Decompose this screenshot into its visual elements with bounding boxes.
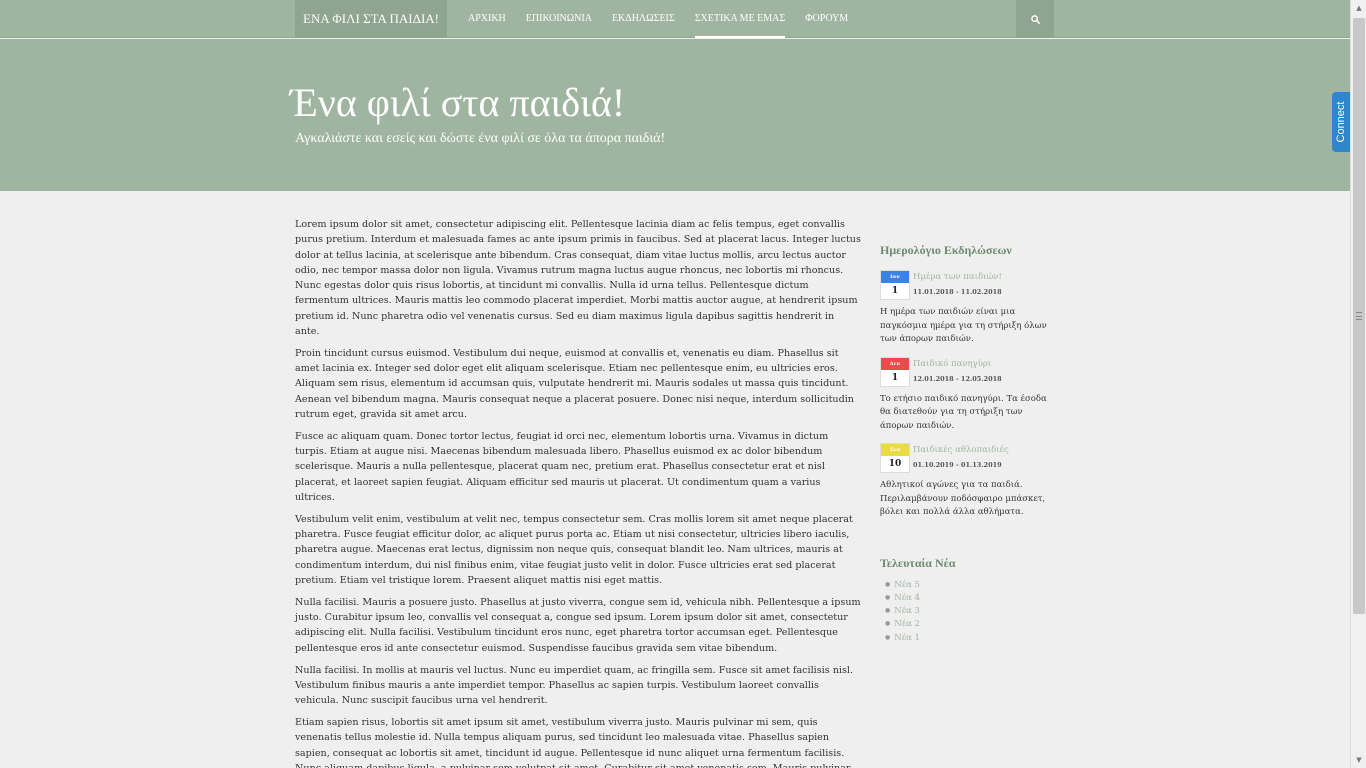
- nav-item-events[interactable]: ΕΚΔΗΛΩΣΕΙΣ: [602, 0, 685, 38]
- news-link[interactable]: Νέα 3: [885, 605, 1050, 618]
- event-item: Ιαν 1 Ημέρα των παιδιών! 11.01.2018 - 11…: [880, 270, 1050, 347]
- calendar-date-icon: Δεκ 1: [880, 356, 910, 387]
- article-paragraph: Nulla facilisi. In mollis at mauris vel …: [295, 664, 854, 707]
- scrollbar-grip-icon: [1356, 312, 1362, 320]
- calendar-date-icon: Ιαν 1: [880, 270, 910, 300]
- event-month: Δεκ: [881, 357, 909, 370]
- latest-news-heading: Τελευταία Νέα: [880, 555, 956, 570]
- nav-item-home[interactable]: ΑΡΧΙΚΗ: [458, 0, 516, 38]
- sidebar: Ημερολόγιο Εκδηλώσεων Ιαν 1 Ημέρα των πα…: [880, 240, 1050, 645]
- vertical-scrollbar[interactable]: ▲ ▼: [1350, 0, 1366, 768]
- search-icon: [1030, 14, 1040, 24]
- event-dates: 12.01.2018 - 12.05.2018: [913, 374, 1002, 383]
- scroll-down-arrow-icon[interactable]: ▼: [1351, 752, 1366, 768]
- brand-link[interactable]: ΕΝΑ ΦΙΛΙ ΣΤΑ ΠΑΙΔΙΑ!: [295, 0, 447, 38]
- top-navbar: ΕΝΑ ΦΙΛΙ ΣΤΑ ΠΑΙΔΙΑ! ΑΡΧΙΚΗ ΕΠΙΚΟΙΝΩΝΙΑ …: [0, 0, 1350, 38]
- connect-tab-label: Connect: [1335, 101, 1347, 143]
- news-link[interactable]: Νέα 1: [885, 632, 1050, 645]
- article-paragraph: Proin tincidunt cursus euismod. Vestibul…: [295, 347, 854, 421]
- news-link[interactable]: Νέα 5: [885, 579, 1050, 592]
- events-calendar-heading: Ημερολόγιο Εκδηλώσεων: [880, 243, 1012, 257]
- article-paragraph: Vestibulum velit enim, vestibulum at vel…: [295, 513, 853, 587]
- nav-item-contact[interactable]: ΕΠΙΚΟΙΝΩΝΙΑ: [516, 0, 602, 38]
- event-dates: 11.01.2018 - 11.02.2018: [913, 288, 1002, 296]
- search-button[interactable]: [1016, 0, 1054, 38]
- event-day: 1: [891, 372, 899, 383]
- scrollbar-thumb[interactable]: [1353, 18, 1365, 614]
- latest-news: Τελευταία Νέα Νέα 5 Νέα 4 Νέα 3 Νέα 2 Νέ…: [880, 553, 1050, 645]
- news-link[interactable]: Νέα 2: [885, 618, 1050, 631]
- hero-banner: Ένα φιλί στα παιδιά! Αγκαλιάστε και εσεί…: [0, 39, 1350, 191]
- event-item: Σεπ 10 Παιδικές αθλοπαιδιές 01.10.2019 -…: [880, 443, 1050, 520]
- main-nav: ΑΡΧΙΚΗ ΕΠΙΚΟΙΝΩΝΙΑ ΕΚΔΗΛΩΣΕΙΣ ΣΧΕΤΙΚΑ ΜΕ…: [458, 0, 858, 38]
- nav-item-about[interactable]: ΣΧΕΤΙΚΑ ΜΕ ΕΜΑΣ: [685, 0, 796, 38]
- event-title-link[interactable]: Παιδικό πανηγύρι: [913, 357, 1050, 371]
- event-day: 10: [888, 459, 902, 469]
- scroll-up-arrow-icon[interactable]: ▲: [1351, 0, 1366, 16]
- event-title-link[interactable]: Ημέρα των παιδιών!: [913, 270, 1050, 284]
- event-description: Αθλητικοί αγώνες για τα παιδιά. Περιλαμβ…: [880, 480, 1046, 517]
- event-month: Ιαν: [881, 271, 909, 283]
- event-title-link[interactable]: Παιδικές αθλοπαιδιές: [913, 443, 1050, 457]
- event-description: Το ετήσιο παιδικό πανηγύρι. Τα έσοδα θα …: [880, 393, 1047, 431]
- event-month: Σεπ: [881, 444, 909, 456]
- event-item: Δεκ 1 Παιδικό πανηγύρι 12.01.2018 - 12.0…: [880, 356, 1050, 434]
- connect-tab[interactable]: Connect: [1332, 92, 1350, 152]
- news-list: Νέα 5 Νέα 4 Νέα 3 Νέα 2 Νέα 1: [880, 579, 1050, 645]
- event-description: Η ημέρα των παιδιών είναι μια παγκόσμια …: [880, 307, 1047, 344]
- article-paragraph: Nulla facilisi. Mauris a posuere justo. …: [295, 596, 861, 654]
- article-paragraph: Lorem ipsum dolor sit amet, consectetur …: [295, 219, 861, 338]
- event-dates: 01.10.2019 - 01.13.2019: [913, 461, 1002, 469]
- page-subtitle: Αγκαλιάστε και εσείς και δώστε ένα φιλί …: [295, 131, 666, 146]
- calendar-date-icon: Σεπ 10: [880, 443, 910, 473]
- main-article: Lorem ipsum dolor sit amet, consectetur …: [295, 217, 861, 768]
- nav-item-forum[interactable]: ΦΟΡΟΥΜ: [795, 0, 858, 38]
- page-title: Ένα φιλί στα παιδιά!: [290, 80, 626, 125]
- event-day: 1: [891, 286, 899, 296]
- article-paragraph: Fusce ac aliquam quam. Donec tortor lect…: [295, 430, 829, 504]
- article-paragraph: Etiam sapien risus, lobortis sit amet ip…: [295, 716, 851, 768]
- news-link[interactable]: Νέα 4: [885, 592, 1050, 605]
